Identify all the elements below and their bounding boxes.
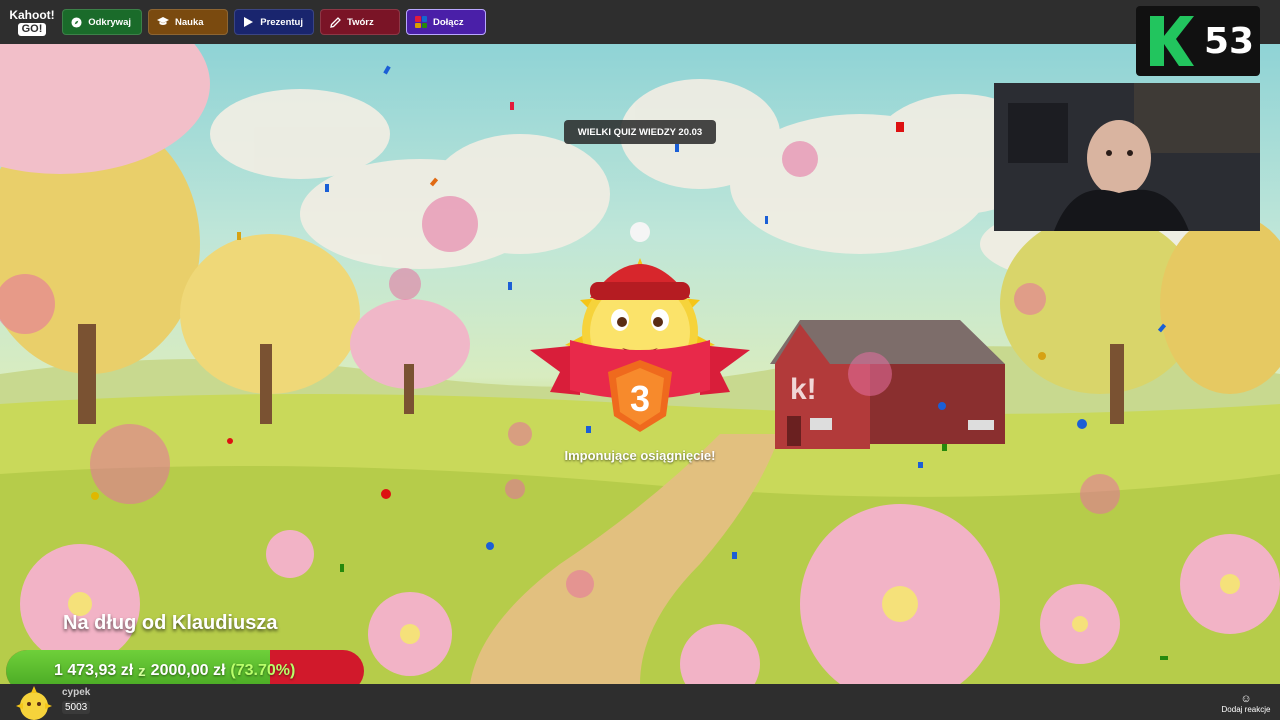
nav-create-label: Twórz [347, 16, 374, 28]
nav-join-button[interactable]: Dołącz [406, 9, 486, 35]
webcam-person-image [994, 83, 1260, 231]
pencil-icon [329, 16, 341, 28]
achievement-badge: 3 [520, 220, 760, 440]
logo-go-badge: GO! [17, 22, 47, 36]
play-icon [243, 16, 254, 28]
top-nav-bar: Kahoot! GO! Odkrywaj Nauka Prezentuj Twó… [0, 0, 1280, 44]
graduation-cap-icon [157, 16, 169, 28]
nav-present-button[interactable]: Prezentuj [234, 9, 314, 35]
score-value: 53 [1204, 20, 1255, 62]
svg-text:k!: k! [790, 373, 817, 406]
bottom-bar [0, 684, 1280, 720]
webcam-overlay [994, 83, 1260, 231]
score-overlay: 53 [1136, 6, 1260, 76]
add-reaction-label: Dodaj reakcje [1221, 704, 1271, 714]
add-reaction-button[interactable]: ☺ Dodaj reakcje [1218, 688, 1274, 718]
player-score: 5003 [62, 700, 91, 714]
nav-learn-label: Nauka [175, 16, 204, 28]
donation-goal: 2000,00 zł [150, 662, 226, 679]
kahoot-go-logo[interactable]: Kahoot! GO! [8, 4, 56, 40]
rank-number: 3 [630, 378, 650, 419]
nav-discover-label: Odkrywaj [88, 16, 131, 28]
quiz-title-badge: WIELKI QUIZ WIEDZY 20.03 [564, 120, 716, 144]
player-info: cypek 5003 [14, 686, 91, 720]
donation-separator: z [138, 662, 146, 680]
add-emoji-icon: ☺ [1240, 692, 1252, 705]
sun-avatar-icon [16, 686, 52, 720]
nav-learn-button[interactable]: Nauka [148, 9, 228, 35]
kahoot-k-icon [1150, 16, 1194, 66]
logo-text: Kahoot! [9, 7, 55, 22]
donation-title: Na dług od Klaudiusza [63, 612, 278, 634]
achievement-message: Imponujące osiągnięcie! [564, 448, 716, 463]
compass-icon [71, 16, 82, 28]
nav-create-button[interactable]: Twórz [320, 9, 400, 35]
nav-join-label: Dołącz [433, 16, 464, 28]
sun-mascot-with-rank-ribbon: 3 [530, 222, 750, 432]
donation-current: 1 473,93 zł [54, 662, 134, 679]
nav-present-label: Prezentuj [260, 16, 303, 28]
donation-percent: (73.70%) [230, 662, 296, 679]
nav-discover-button[interactable]: Odkrywaj [62, 9, 142, 35]
player-name: cypek [62, 686, 91, 698]
join-grid-icon [415, 16, 427, 28]
